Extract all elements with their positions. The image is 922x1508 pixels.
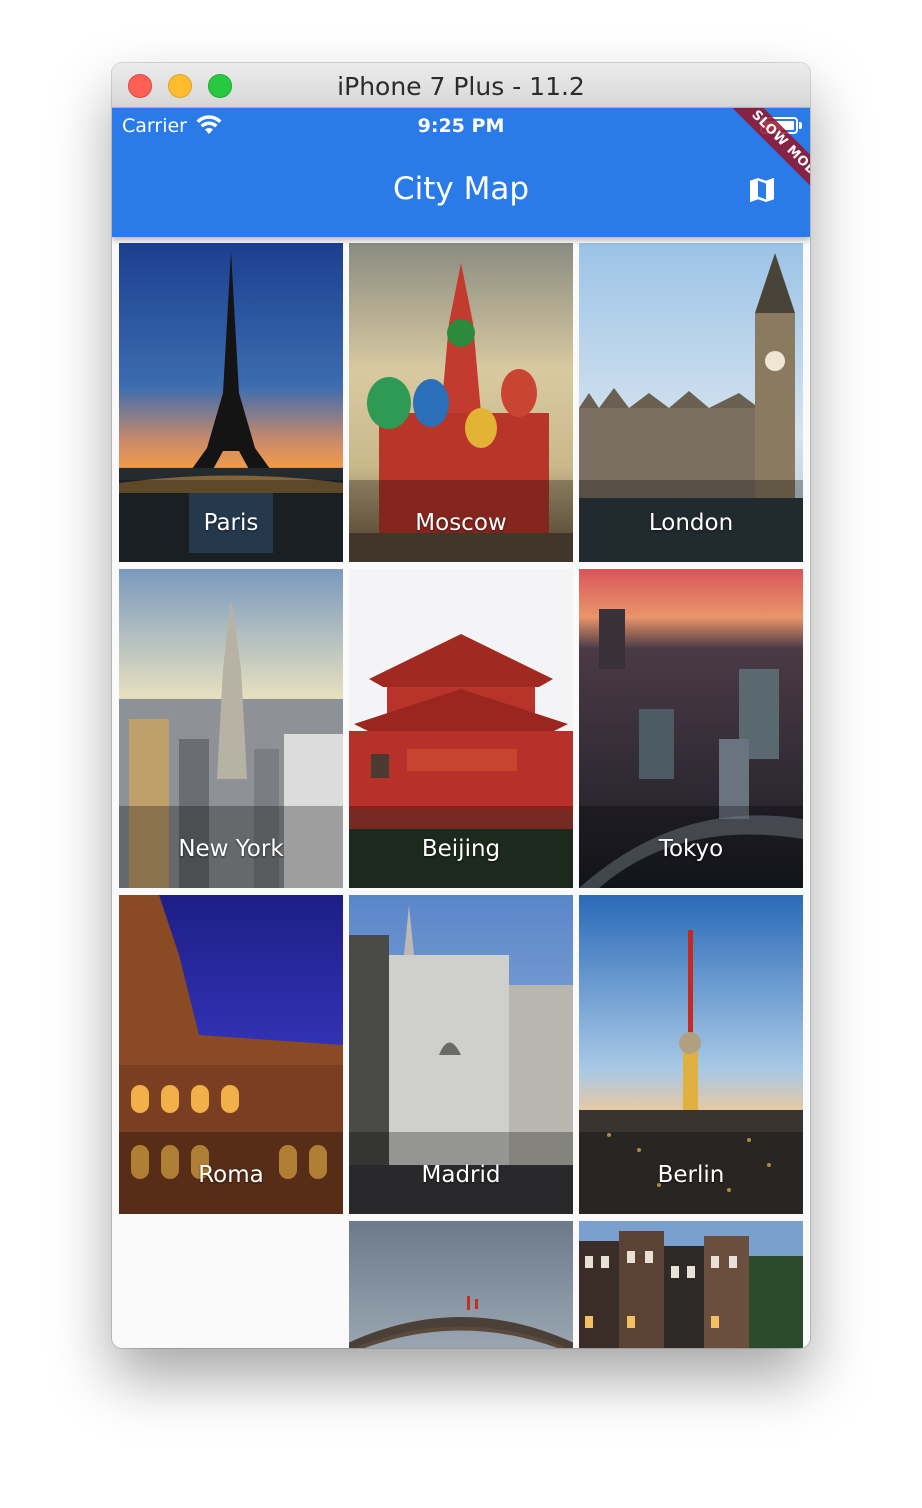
city-name: Berlin xyxy=(657,1162,725,1188)
window-title: iPhone 7 Plus - 11.2 xyxy=(337,72,585,101)
city-tile-berlin[interactable]: Berlin xyxy=(579,895,803,1214)
app-title: City Map xyxy=(392,171,530,207)
simulator-window: iPhone 7 Plus - 11.2 Carrier 9:25 PM Cit… xyxy=(112,63,810,1348)
city-name: Paris xyxy=(203,510,259,536)
status-time: 9:25 PM xyxy=(417,115,505,137)
amsterdam-photo xyxy=(579,1221,803,1348)
city-tile-london[interactable]: London xyxy=(579,243,803,562)
city-name: Beijing xyxy=(421,836,501,862)
city-tile-paris[interactable]: Paris xyxy=(119,243,343,562)
city-tile-beijing[interactable]: Beijing xyxy=(349,569,573,888)
city-name: Moscow xyxy=(415,510,507,536)
map-icon xyxy=(750,178,774,202)
city-name: Tokyo xyxy=(658,836,724,862)
map-button[interactable] xyxy=(740,168,784,212)
bridge-photo xyxy=(349,1221,573,1348)
city-tile-partial-bridge[interactable] xyxy=(349,1221,573,1348)
app-bar: Carrier 9:25 PM City Map SLOW MODE xyxy=(112,108,810,237)
city-name: Madrid xyxy=(421,1162,501,1188)
city-grid: Paris Moscow London New York Beijing Tok… xyxy=(112,237,810,1348)
city-tile-moscow[interactable]: Moscow xyxy=(349,243,573,562)
city-tile-roma[interactable]: Roma xyxy=(119,895,343,1214)
city-tile-madrid[interactable]: Madrid xyxy=(349,895,573,1214)
city-name: London xyxy=(648,510,734,536)
city-tile-partial-amsterdam[interactable] xyxy=(579,1221,803,1348)
city-name: New York xyxy=(178,836,284,862)
city-tile-new-york[interactable]: New York xyxy=(119,569,343,888)
city-name: Roma xyxy=(198,1162,264,1188)
city-tile-tokyo[interactable]: Tokyo xyxy=(579,569,803,888)
window-titlebar: iPhone 7 Plus - 11.2 xyxy=(112,63,810,108)
